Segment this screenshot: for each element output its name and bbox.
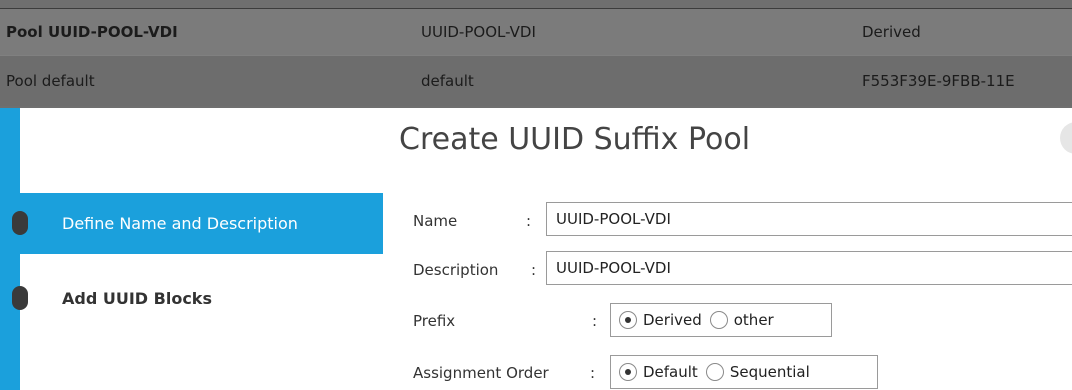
radio-label: other (733, 311, 774, 329)
colon-separator: : (526, 212, 532, 230)
radio-unchecked-icon[interactable] (705, 363, 724, 381)
prefix-label: Prefix (413, 312, 456, 330)
step-indicator-icon (12, 211, 28, 235)
radio-unchecked-icon[interactable] (709, 311, 728, 329)
pool-prefix-cell: Derived (862, 23, 921, 41)
table-row[interactable]: Pool UUID-POOL-VDI UUID-POOL-VDI Derived (0, 8, 1072, 55)
wizard-step-add-uuid-blocks[interactable]: Add UUID Blocks (12, 273, 383, 323)
name-input[interactable]: UUID-POOL-VDI (546, 202, 1072, 236)
prefix-option-derived[interactable]: Derived (619, 311, 702, 329)
assignment-order-radio-group: Default Sequential (610, 355, 878, 389)
description-input[interactable]: UUID-POOL-VDI (546, 251, 1072, 285)
colon-separator: : (590, 364, 596, 382)
step-indicator-icon (12, 286, 28, 310)
table-row[interactable]: Pool default default F553F39E-9FBB-11E (0, 55, 1072, 106)
radio-checked-icon[interactable] (619, 311, 637, 329)
help-icon[interactable] (1060, 122, 1072, 154)
colon-separator: : (592, 312, 598, 330)
step-label: Add UUID Blocks (62, 288, 212, 308)
background-pool-table: Pool UUID-POOL-VDI UUID-POOL-VDI Derived… (0, 0, 1072, 108)
wizard-nav-strip (0, 108, 20, 390)
pool-name-cell: Pool default (6, 72, 95, 90)
radio-label: Default (643, 363, 698, 381)
colon-separator: : (531, 261, 537, 279)
wizard-step-define-name[interactable]: Define Name and Description (12, 193, 383, 254)
radio-label: Sequential (729, 363, 810, 381)
description-label: Description (413, 261, 499, 279)
pool-prefix-cell: F553F39E-9FBB-11E (862, 72, 1015, 90)
pool-value-cell: default (421, 72, 474, 90)
pool-name-cell: Pool UUID-POOL-VDI (6, 23, 178, 41)
pool-value-cell: UUID-POOL-VDI (421, 23, 536, 41)
radio-label: Derived (643, 311, 702, 329)
assignment-order-label: Assignment Order (413, 364, 549, 382)
step-label: Define Name and Description (62, 214, 298, 233)
radio-checked-icon[interactable] (619, 363, 637, 381)
assignment-option-sequential[interactable]: Sequential (705, 363, 810, 381)
create-uuid-pool-wizard: Define Name and Description Add UUID Blo… (0, 108, 1072, 390)
dialog-title: Create UUID Suffix Pool (399, 122, 751, 157)
prefix-option-other[interactable]: other (709, 311, 774, 329)
assignment-option-default[interactable]: Default (619, 363, 698, 381)
prefix-radio-group: Derived other (610, 303, 832, 337)
name-label: Name (413, 212, 458, 230)
